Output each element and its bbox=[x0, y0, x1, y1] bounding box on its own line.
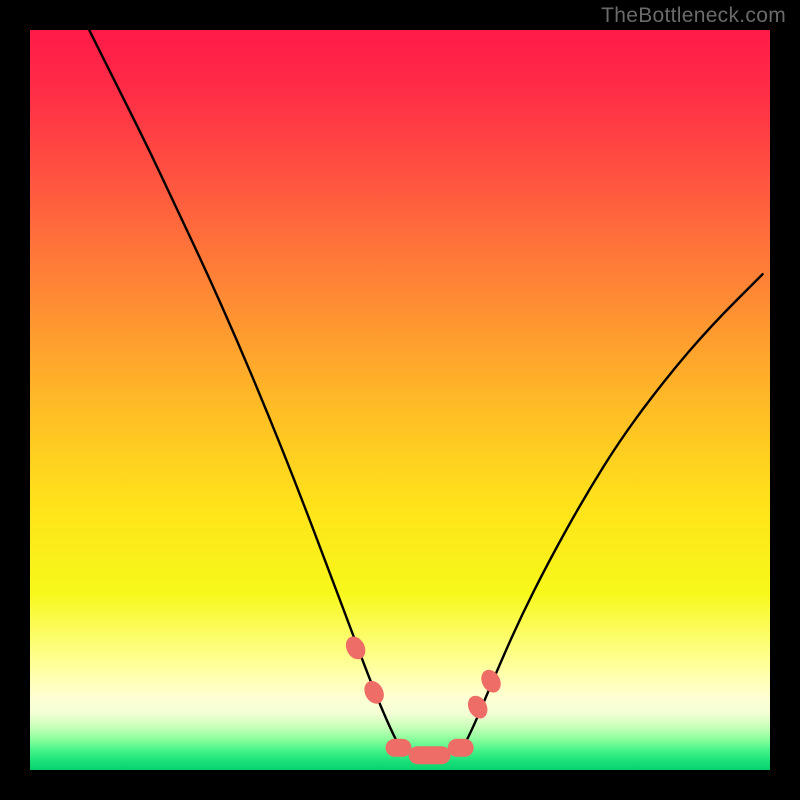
watermark-text: TheBottleneck.com bbox=[601, 4, 786, 28]
chart-frame: { "watermark": "TheBottleneck.com", "cha… bbox=[0, 0, 800, 800]
marker-point bbox=[448, 739, 474, 757]
bottleneck-chart bbox=[0, 0, 800, 800]
marker-point bbox=[386, 739, 412, 757]
gradient-background bbox=[30, 30, 770, 770]
marker-point bbox=[409, 746, 451, 764]
